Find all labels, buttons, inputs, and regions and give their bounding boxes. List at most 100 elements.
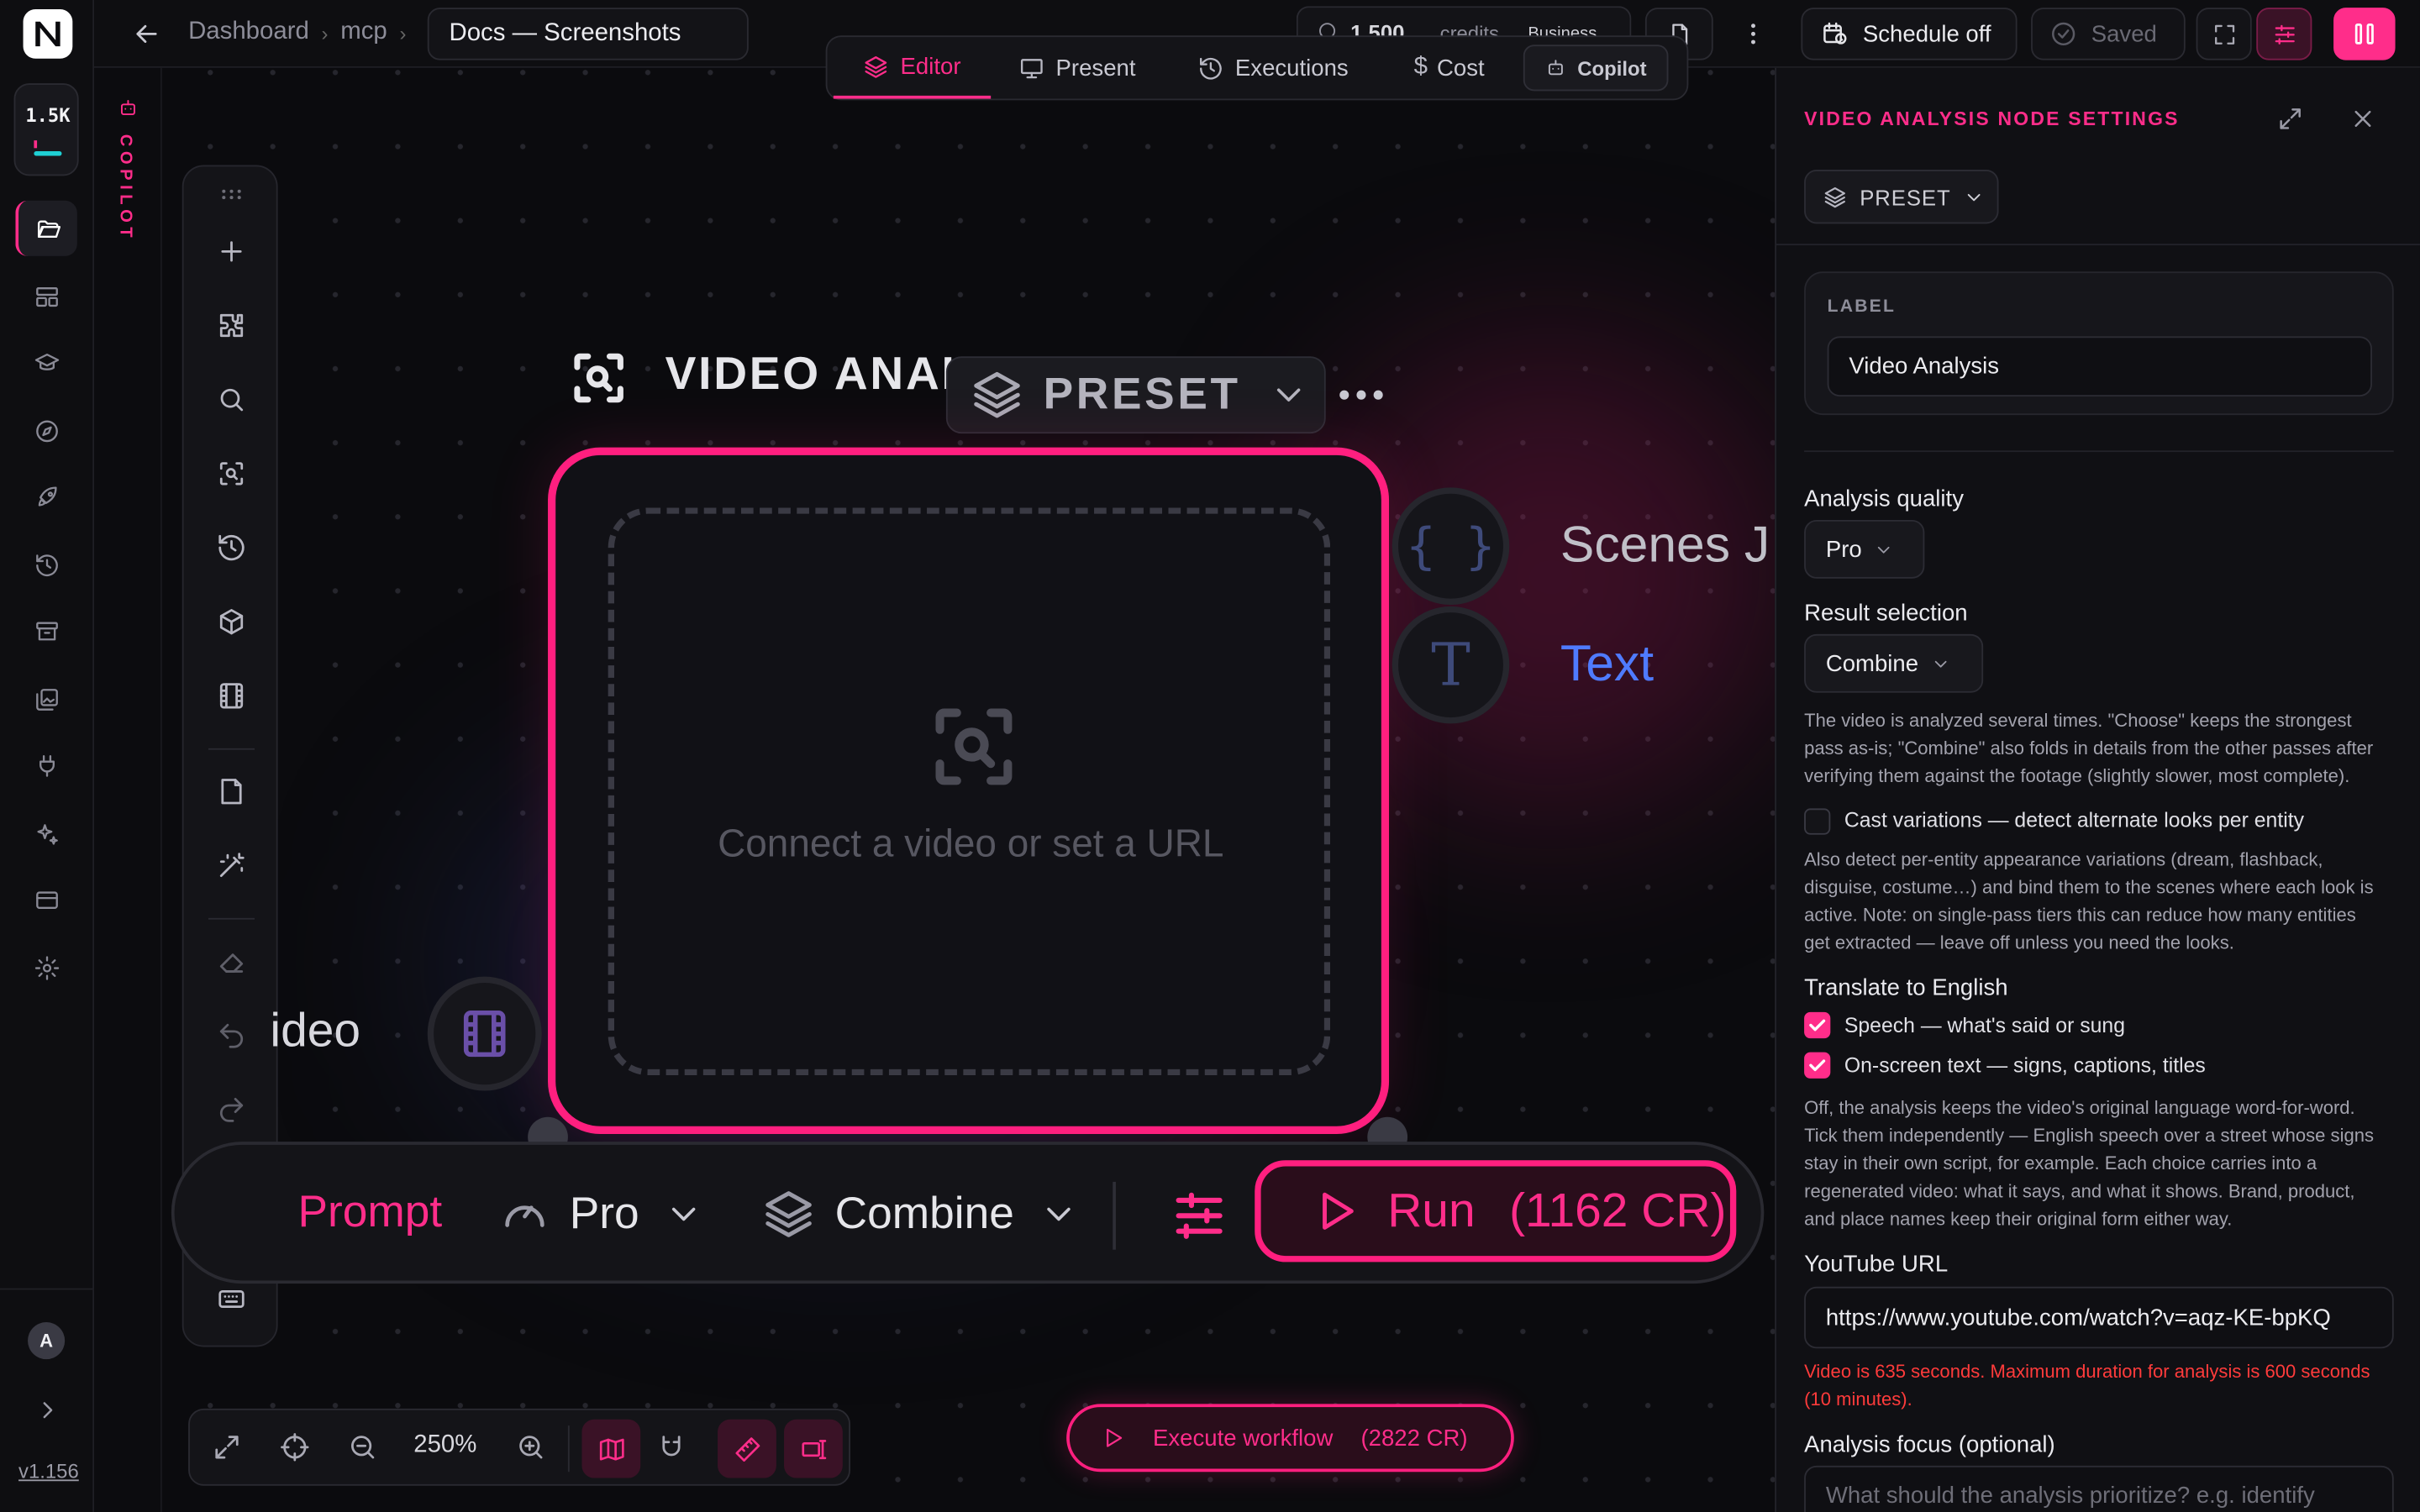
history-tool-button[interactable]	[184, 511, 280, 585]
cast-variations-checkbox[interactable]	[1804, 808, 1831, 835]
selection-select[interactable]: Combine	[1804, 633, 1984, 693]
tab-executions[interactable]: Executions	[1186, 37, 1360, 98]
rail-learn-button[interactable]	[15, 335, 76, 391]
fit-view-button[interactable]	[212, 1431, 243, 1462]
magic-wand-button[interactable]	[184, 828, 280, 902]
back-button[interactable]	[131, 18, 162, 50]
output-port-scenes[interactable]: { }	[1392, 487, 1510, 605]
schedule-button[interactable]: Schedule off	[1801, 8, 2018, 60]
panel-preset-label: PRESET	[1860, 184, 1951, 209]
video-tool-button[interactable]	[184, 659, 280, 732]
node-settings-button[interactable]	[1168, 1185, 1229, 1247]
layout-toggle-button[interactable]	[2333, 8, 2396, 60]
app-logo[interactable]	[23, 9, 73, 59]
search-nodes-button[interactable]	[184, 363, 280, 437]
rail-integrations-button[interactable]	[15, 738, 76, 793]
breadcrumb-dashboard[interactable]: Dashboard	[188, 18, 309, 46]
doc-title-field[interactable]: Docs — Screenshots	[427, 8, 749, 60]
rail-settings-button[interactable]	[15, 940, 76, 995]
panel-close-button[interactable]	[2349, 105, 2376, 133]
minimap-toggle[interactable]	[581, 1419, 641, 1478]
label-caption: LABEL	[1827, 297, 1897, 317]
rail-gallery-button[interactable]	[15, 671, 76, 727]
tab-copilot[interactable]: Copilot	[1523, 45, 1669, 92]
rail-archive-button[interactable]	[15, 603, 76, 659]
zoom-in-button[interactable]	[515, 1431, 546, 1462]
note-button[interactable]	[184, 754, 280, 828]
settings-panel-toggle[interactable]	[2256, 8, 2312, 60]
execute-cost: (2822 CR)	[1360, 1425, 1468, 1452]
expand-icon	[2280, 108, 2301, 129]
output-label-scenes: Scenes J	[1560, 515, 1770, 573]
panel-expand-button[interactable]	[2276, 105, 2304, 133]
video-input-port[interactable]	[427, 976, 542, 1091]
onscreen-text-label[interactable]: On-screen text — signs, captions, titles	[1844, 1053, 2206, 1077]
doc-title: Docs — Screenshots	[449, 19, 681, 47]
tab-present-label: Present	[1055, 55, 1136, 81]
3d-asset-button[interactable]	[184, 585, 280, 659]
rail-explore-button[interactable]	[15, 402, 76, 458]
center-view-button[interactable]	[279, 1431, 310, 1462]
version-label[interactable]: v1.156	[18, 1460, 79, 1483]
tab-cost[interactable]: $ Cost	[1398, 37, 1500, 98]
cast-help-line: get extracted — leave off unless you nee…	[1804, 932, 2234, 954]
avatar[interactable]: A	[28, 1322, 66, 1360]
labels-toggle[interactable]	[784, 1419, 843, 1478]
panel-preset-dropdown[interactable]: PRESET	[1804, 170, 1999, 224]
saved-button[interactable]: Saved	[2031, 8, 2186, 60]
rail-templates-button[interactable]	[15, 269, 76, 324]
undo-button[interactable]	[184, 998, 280, 1072]
palette-drag-handle[interactable]	[221, 188, 243, 201]
tab-present[interactable]: Present	[1007, 37, 1149, 98]
eraser-button[interactable]	[184, 924, 280, 998]
fullscreen-button[interactable]	[2196, 8, 2252, 60]
tab-editor[interactable]: Editor	[833, 37, 992, 99]
speech-label[interactable]: Speech — what's said or sung	[1844, 1014, 2125, 1037]
redo-button[interactable]	[184, 1073, 280, 1147]
copilot-sidebar-collapsed[interactable]: COPILOT	[94, 67, 162, 1512]
rail-history-button[interactable]	[15, 537, 76, 592]
plugins-button[interactable]	[184, 288, 280, 362]
node-more-menu[interactable]	[1338, 384, 1384, 406]
selection-label: Result selection	[1804, 600, 1968, 627]
rail-projects-button[interactable]	[15, 200, 77, 256]
zoom-out-button[interactable]	[347, 1431, 378, 1462]
video-drop-zone[interactable]: Connect a video or set a URL	[608, 507, 1331, 1076]
translate-help-line: Off, the analysis keeps the video's orig…	[1804, 1096, 2355, 1119]
rail-billing-button[interactable]	[15, 872, 76, 927]
analysis-focus-textarea[interactable]: What should the analysis prioritize? e.g…	[1804, 1465, 2394, 1512]
scan-search-icon	[219, 462, 244, 486]
quality-select[interactable]: Pro	[1804, 519, 1925, 579]
quality-dropdown[interactable]: Pro	[498, 1179, 704, 1249]
panel-title: VIDEO ANALYSIS NODE SETTINGS	[1804, 108, 2180, 130]
onscreen-text-checkbox[interactable]	[1804, 1052, 1831, 1079]
rail-ai-button[interactable]	[15, 806, 76, 861]
node-preset-dropdown[interactable]: PRESET	[945, 356, 1326, 434]
layers-icon	[865, 55, 887, 77]
credits-badge[interactable]: 1.5K	[13, 83, 79, 176]
speech-checkbox[interactable]	[1804, 1011, 1831, 1039]
breadcrumb-mcp[interactable]: mcp	[340, 18, 387, 46]
workflow-canvas[interactable]: VIDEO ANAL PRESET Connect a video or set…	[161, 67, 1776, 1512]
snap-toggle[interactable]	[656, 1431, 687, 1462]
ruler-toggle[interactable]	[718, 1419, 776, 1478]
execute-workflow-button[interactable]: Execute workflow (2822 CR)	[1066, 1404, 1514, 1473]
video-analysis-node[interactable]: Connect a video or set a URL	[548, 447, 1390, 1134]
cast-variations-label[interactable]: Cast variations — detect alternate looks…	[1844, 808, 2304, 832]
youtube-url-input[interactable]: https://www.youtube.com/watch?v=aqz-KE-b…	[1804, 1286, 2394, 1349]
output-port-text[interactable]: T	[1392, 606, 1510, 724]
video-analysis-tool-button[interactable]	[184, 437, 280, 511]
selection-help-line: The video is analyzed several times. "Ch…	[1804, 709, 2352, 732]
credits-meter	[34, 150, 62, 156]
label-input[interactable]: Video Analysis	[1827, 336, 2373, 397]
sliders-icon	[2274, 24, 2294, 44]
add-node-button[interactable]	[184, 214, 280, 288]
selection-dropdown[interactable]: Combine	[760, 1179, 1078, 1249]
run-button[interactable]: Run (1162 CR)	[1255, 1160, 1737, 1263]
maximize-icon	[2214, 24, 2234, 44]
zoom-level[interactable]: 250%	[413, 1431, 476, 1459]
rail-expand-button[interactable]	[34, 1396, 61, 1424]
rail-launch-button[interactable]	[15, 469, 76, 524]
more-menu-button[interactable]	[1725, 8, 1781, 60]
prompt-button[interactable]: Prompt	[297, 1188, 442, 1239]
